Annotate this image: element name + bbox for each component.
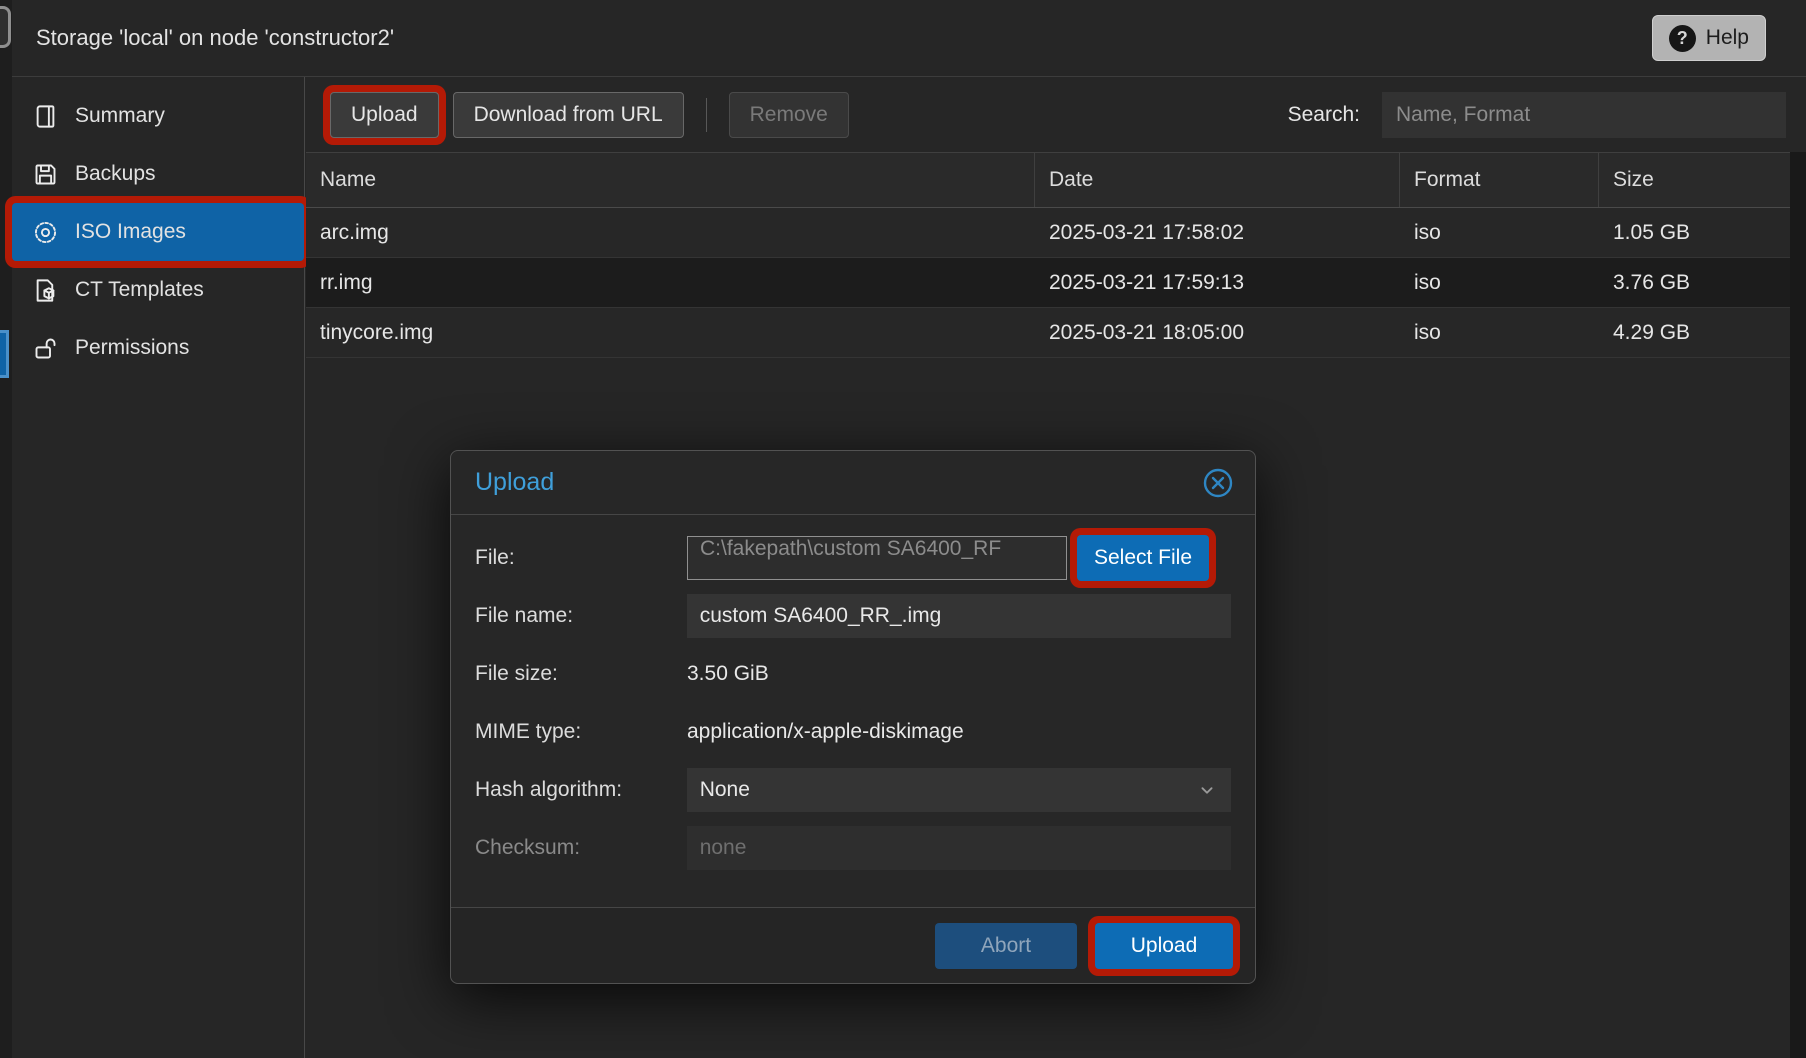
help-button[interactable]: ? Help [1652,15,1766,61]
download-from-url-button[interactable]: Download from URL [453,92,684,138]
cell-date: 2025-03-21 17:58:02 [1035,208,1400,257]
close-icon[interactable] [1201,466,1235,500]
table-header-row: Name Date Format Size [306,152,1791,208]
vertical-scrollbar[interactable] [1790,152,1806,1058]
table-row[interactable]: rr.img 2025-03-21 17:59:13 iso 3.76 GB [306,258,1791,308]
sidebar-item-backups[interactable]: Backups [12,145,304,203]
cell-date: 2025-03-21 17:59:13 [1035,258,1400,307]
book-icon [32,103,59,130]
sidebar-item-ct-templates[interactable]: CT Templates [12,261,304,319]
cell-size: 1.05 GB [1599,208,1791,257]
sidebar-item-label: ISO Images [75,220,186,244]
file-size-label: File size: [475,662,687,686]
sidebar-item-label: Summary [75,104,165,128]
upload-button[interactable]: Upload [330,92,439,138]
hash-algorithm-label: Hash algorithm: [475,778,687,802]
abort-button: Abort [935,923,1077,969]
ct-template-icon [32,277,59,304]
hidden-selected-item-edge [0,330,9,378]
toolbar-separator [706,98,707,132]
column-header-format[interactable]: Format [1400,153,1599,207]
field-row-mime: MIME type: application/x-apple-diskimage [475,703,1231,761]
table-row[interactable]: arc.img 2025-03-21 17:58:02 iso 1.05 GB [306,208,1791,258]
upload-dialog: Upload File: C:\fakepath\custom SA6400_R… [450,450,1256,984]
column-header-date[interactable]: Date [1035,153,1400,207]
cell-size: 3.76 GB [1599,258,1791,307]
mime-type-label: MIME type: [475,720,687,744]
cell-format: iso [1400,308,1599,357]
toolbar: Upload Download from URL Remove Search: [306,77,1806,152]
file-name-input[interactable] [687,594,1231,638]
sidebar-item-iso-images[interactable]: ISO Images [12,203,304,261]
dialog-footer: Abort Upload [451,907,1255,983]
floppy-icon [32,161,59,188]
select-file-button[interactable]: Select File [1077,535,1209,581]
file-size-value: 3.50 GiB [687,662,769,686]
cell-date: 2025-03-21 18:05:00 [1035,308,1400,357]
field-row-checksum: Checksum: [475,819,1231,877]
search-input[interactable] [1382,92,1786,138]
sidebar-item-summary[interactable]: Summary [12,87,304,145]
hash-algorithm-value: None [700,778,750,802]
collapsed-panel-strip [0,0,12,1058]
chevron-down-icon [1196,779,1218,801]
window-header: Storage 'local' on node 'constructor2' ?… [12,0,1806,77]
help-button-label: Help [1706,26,1749,50]
column-header-name[interactable]: Name [306,153,1035,207]
dialog-upload-button[interactable]: Upload [1095,923,1233,969]
file-label: File: [475,546,687,570]
cell-name: tinycore.img [306,308,1035,357]
page-title: Storage 'local' on node 'constructor2' [36,25,1652,51]
cell-name: rr.img [306,258,1035,307]
checksum-input [687,826,1231,870]
sidebar-item-label: Permissions [75,336,189,360]
sidebar-item-label: Backups [75,162,156,186]
hash-algorithm-select[interactable]: None [687,768,1231,812]
disc-icon [32,219,59,246]
mime-type-value: application/x-apple-diskimage [687,720,964,744]
field-row-filename: File name: [475,587,1231,645]
file-name-label: File name: [475,604,687,628]
cell-name: arc.img [306,208,1035,257]
field-row-filesize: File size: 3.50 GiB [475,645,1231,703]
table-row[interactable]: tinycore.img 2025-03-21 18:05:00 iso 4.2… [306,308,1791,358]
remove-button: Remove [729,92,849,138]
checksum-label: Checksum: [475,836,687,860]
search-zone: Search: [1288,92,1806,138]
question-circle-icon: ? [1669,25,1696,52]
table-body: arc.img 2025-03-21 17:58:02 iso 1.05 GB … [306,208,1791,358]
cell-format: iso [1400,258,1599,307]
sidebar: Summary Backups ISO Images CT Templates … [12,77,305,1058]
panel-collapse-handle[interactable] [0,6,11,48]
search-label: Search: [1288,103,1360,127]
dialog-body: File: C:\fakepath\custom SA6400_RF Selec… [451,515,1255,907]
field-row-hash: Hash algorithm: None [475,761,1231,819]
cell-size: 4.29 GB [1599,308,1791,357]
field-row-file: File: C:\fakepath\custom SA6400_RF Selec… [475,529,1231,587]
cell-format: iso [1400,208,1599,257]
file-path-field: C:\fakepath\custom SA6400_RF [687,536,1067,580]
unlock-icon [32,335,59,362]
dialog-title: Upload [475,468,1201,497]
sidebar-item-label: CT Templates [75,278,204,302]
column-header-size[interactable]: Size [1599,153,1791,207]
sidebar-item-permissions[interactable]: Permissions [12,319,304,377]
dialog-header[interactable]: Upload [451,451,1255,515]
file-table: Name Date Format Size arc.img 2025-03-21… [306,152,1791,358]
